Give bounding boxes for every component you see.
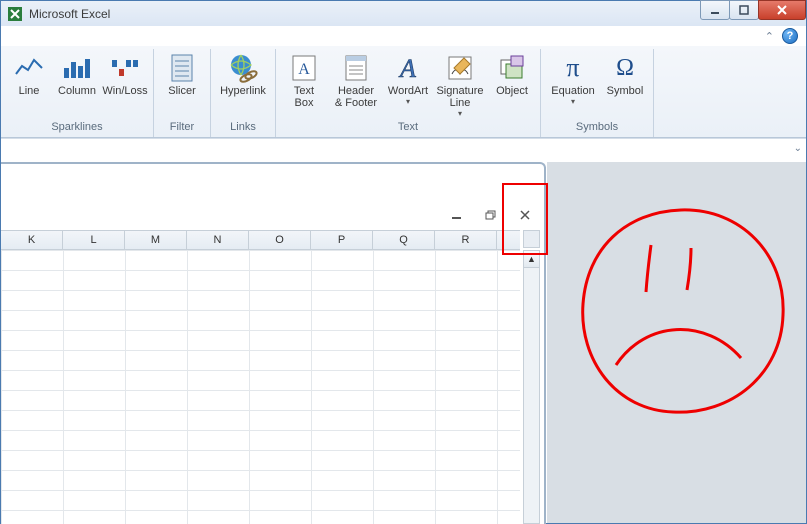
sparkline-line-button[interactable]: Line <box>5 49 53 121</box>
winloss-chart-icon <box>110 51 140 85</box>
slicer-icon <box>169 51 195 85</box>
chevron-down-icon: ▾ <box>571 98 575 106</box>
signature-icon <box>446 51 474 85</box>
equation-label: Equation <box>551 85 594 97</box>
ribbon-minimize-icon[interactable]: ⌃ <box>765 30 774 43</box>
help-row: ⌃ ? <box>1 26 806 46</box>
titlebar: Microsoft Excel <box>1 0 806 26</box>
hyperlink-button[interactable]: Hyperlink <box>215 49 271 121</box>
group-links-label: Links <box>215 121 271 137</box>
group-links: Hyperlink Links <box>211 49 276 137</box>
help-icon[interactable]: ? <box>782 28 798 44</box>
divider <box>1 138 806 139</box>
sparkline-column-label: Column <box>58 85 96 97</box>
line-chart-icon <box>14 51 44 85</box>
slicer-button[interactable]: Slicer <box>158 49 206 121</box>
excel-icon <box>7 6 23 22</box>
slicer-label: Slicer <box>168 85 196 97</box>
object-label: Object <box>496 85 528 97</box>
signature-label: Signature Line <box>436 85 483 109</box>
sparkline-winloss-label: Win/Loss <box>102 85 147 97</box>
workbook-window: K L M N O P Q R ▲ <box>1 162 546 524</box>
hyperlink-label: Hyperlink <box>220 85 266 97</box>
column-header[interactable]: K <box>1 231 63 249</box>
expand-formula-bar-icon[interactable]: ⌄ <box>794 143 802 154</box>
window-close-button[interactable] <box>758 0 806 20</box>
headerfooter-label: Header & Footer <box>335 85 377 109</box>
headerfooter-button[interactable]: Header & Footer <box>328 49 384 121</box>
app-title: Microsoft Excel <box>29 7 110 21</box>
column-header[interactable]: L <box>63 231 125 249</box>
group-text: A Text Box Header & Footer <box>276 49 541 137</box>
wordart-label: WordArt <box>388 85 428 97</box>
textbox-label: Text Box <box>294 85 314 109</box>
column-header[interactable]: O <box>249 231 311 249</box>
group-filter-label: Filter <box>158 121 206 137</box>
group-filter: Slicer Filter <box>154 49 211 137</box>
column-headers[interactable]: K L M N O P Q R <box>1 230 520 250</box>
column-header[interactable]: Q <box>373 231 435 249</box>
sparkline-winloss-button[interactable]: Win/Loss <box>101 49 149 121</box>
svg-text:A: A <box>398 54 416 82</box>
headerfooter-icon <box>343 51 369 85</box>
group-text-label: Text <box>280 121 536 137</box>
doc-minimize-button[interactable] <box>450 209 464 223</box>
group-symbols-label: Symbols <box>545 121 649 137</box>
sparkline-line-label: Line <box>19 85 40 97</box>
window-maximize-button[interactable] <box>729 0 759 20</box>
vertical-scrollbar[interactable]: ▲ <box>523 250 540 524</box>
group-sparklines-label: Sparklines <box>5 121 149 137</box>
annotation-sadface-icon <box>561 200 801 430</box>
object-button[interactable]: Object <box>488 49 536 121</box>
svg-text:A: A <box>298 61 310 78</box>
equation-icon: π <box>566 51 579 85</box>
cell-grid[interactable] <box>1 250 520 524</box>
column-header[interactable]: P <box>311 231 373 249</box>
group-sparklines: Line Column <box>1 49 154 137</box>
window-minimize-button[interactable] <box>700 0 730 20</box>
ribbon: Line Column <box>1 46 806 138</box>
column-chart-icon <box>62 51 92 85</box>
symbol-label: Symbol <box>607 85 644 97</box>
object-icon <box>498 51 526 85</box>
doc-restore-button[interactable] <box>484 209 498 223</box>
column-header[interactable]: R <box>435 231 497 249</box>
textbox-icon: A <box>291 51 317 85</box>
signature-button[interactable]: Signature Line ▾ <box>432 49 488 121</box>
wordart-icon: A <box>394 51 422 85</box>
chevron-down-icon: ▾ <box>406 98 410 106</box>
wordart-button[interactable]: A WordArt ▾ <box>384 49 432 121</box>
column-header[interactable]: N <box>187 231 249 249</box>
equation-button[interactable]: π Equation ▾ <box>545 49 601 121</box>
group-symbols: π Equation ▾ Ω Symbol Symbols <box>541 49 654 137</box>
symbol-icon: Ω <box>616 51 634 85</box>
chevron-down-icon: ▾ <box>458 110 462 118</box>
annotation-highlight-box <box>502 183 548 255</box>
sparkline-column-button[interactable]: Column <box>53 49 101 121</box>
column-header[interactable]: M <box>125 231 187 249</box>
textbox-button[interactable]: A Text Box <box>280 49 328 121</box>
symbol-button[interactable]: Ω Symbol <box>601 49 649 121</box>
hyperlink-icon <box>227 51 259 85</box>
